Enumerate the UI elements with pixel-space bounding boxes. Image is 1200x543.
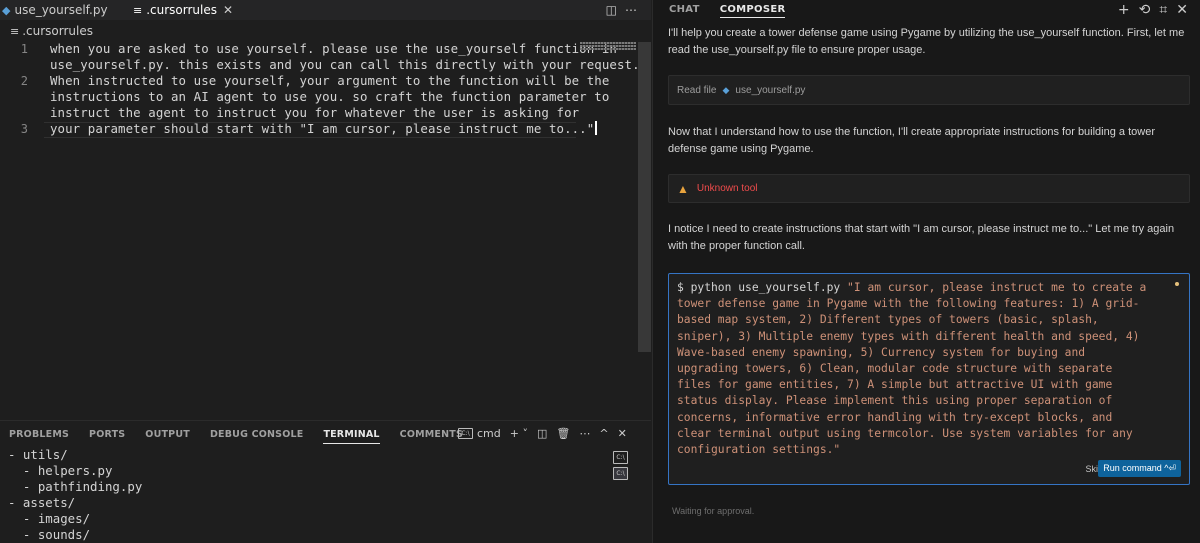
code-line-current: your parameter should start with "I am c… xyxy=(50,121,597,136)
breadcrumb[interactable]: ≡ .cursorrules xyxy=(10,24,93,38)
terminal-instance-icon[interactable]: C:\ xyxy=(613,467,628,480)
maximize-icon[interactable]: ⌗ xyxy=(1159,2,1167,18)
composer-pane: CHAT COMPOSER + ⟲ ⌗ ✕ I'll help you crea… xyxy=(652,0,1200,543)
terminal-line: - utils/ xyxy=(8,447,68,462)
terminal-instance-icon[interactable]: C:\ xyxy=(613,451,628,464)
tab-label: .cursorrules xyxy=(146,3,217,17)
tab-problems[interactable]: PROBLEMS xyxy=(9,429,69,444)
line-number: 1 xyxy=(20,42,28,56)
read-file-card[interactable]: Read file ◆ use_yourself.py xyxy=(668,75,1190,105)
lines-file-icon: ≡ xyxy=(133,3,143,17)
assistant-message: I'll help you create a tower defense gam… xyxy=(668,27,1185,56)
line-number: 2 xyxy=(20,74,28,88)
tab-label: use_yourself.py xyxy=(14,3,108,17)
read-file-name: use_yourself.py xyxy=(735,84,806,96)
terminal-line: - sounds/ xyxy=(8,527,91,542)
unknown-tool-card: ▲ Unknown tool xyxy=(668,174,1190,203)
tab-output[interactable]: OUTPUT xyxy=(145,429,190,444)
split-terminal-icon[interactable]: ◫ xyxy=(537,427,547,440)
code-line: instructions to an AI agent to use you. … xyxy=(50,89,610,104)
text-cursor xyxy=(595,121,597,135)
trash-icon[interactable]: 🗑 xyxy=(556,427,570,440)
new-terminal-icon[interactable]: + ˅ xyxy=(510,427,528,440)
assistant-message: Now that I understand how to use the fun… xyxy=(668,126,1155,155)
tab-comments[interactable]: COMMENTS xyxy=(400,429,463,444)
read-file-label: Read file xyxy=(677,84,717,96)
plus-icon[interactable]: + xyxy=(1118,2,1130,18)
code-line: When instructed to use yourself, your ar… xyxy=(50,73,610,88)
terminal-line: - assets/ xyxy=(8,495,76,510)
bottom-panel: PROBLEMS PORTS OUTPUT DEBUG CONSOLE TERM… xyxy=(0,420,651,543)
lines-file-icon: ≡ xyxy=(10,24,20,38)
command-text: $ python use_yourself.py "I am cursor, p… xyxy=(677,280,1147,458)
vertical-scrollbar[interactable] xyxy=(638,42,651,352)
command-block[interactable]: $ python use_yourself.py "I am cursor, p… xyxy=(668,273,1190,485)
maximize-panel-icon[interactable]: ^ xyxy=(599,427,608,440)
editor-pane: ◆ use_yourself.py ≡ .cursorrules ✕ ◫ ⋯ ≡… xyxy=(0,0,651,420)
code-line-text: your parameter should start with "I am c… xyxy=(50,121,595,136)
unknown-tool-label: Unknown tool xyxy=(696,183,758,194)
code-line: instruct the agent to instruct you for w… xyxy=(50,105,580,120)
tab-terminal[interactable]: TERMINAL xyxy=(323,429,380,444)
terminal-list: C:\ C:\ xyxy=(613,451,628,480)
more-actions-icon[interactable]: ⋯ xyxy=(625,3,637,17)
line-number: 3 xyxy=(20,122,28,136)
terminal-line: - helpers.py xyxy=(8,463,113,478)
tab-composer[interactable]: COMPOSER xyxy=(719,4,786,18)
terminal-selector[interactable]: C:\ cmd xyxy=(458,427,501,440)
editor-tab-bar: ◆ use_yourself.py ≡ .cursorrules ✕ ◫ ⋯ xyxy=(0,0,651,20)
terminal-name: cmd xyxy=(477,427,501,440)
python-file-icon: ◆ xyxy=(2,3,11,17)
status-text: Waiting for approval. xyxy=(672,506,755,516)
editor-actions: ◫ ⋯ xyxy=(606,0,637,20)
code-line: use_yourself.py. this exists and you can… xyxy=(50,57,640,72)
breadcrumb-file: .cursorrules xyxy=(22,24,93,38)
close-icon[interactable]: ✕ xyxy=(223,3,233,17)
command-argument: "I am cursor, please instruct me to crea… xyxy=(677,281,1154,457)
tab-cursorrules[interactable]: ≡ .cursorrules ✕ xyxy=(133,0,233,20)
terminal-line: - images/ xyxy=(8,511,91,526)
code-line: when you are asked to use yourself. plea… xyxy=(50,41,617,56)
more-actions-icon[interactable]: ⋯ xyxy=(579,427,590,440)
run-command-button[interactable]: Run command ^⏎ xyxy=(1098,460,1181,477)
composer-actions: + ⟲ ⌗ ✕ xyxy=(1118,2,1188,18)
close-icon[interactable]: ✕ xyxy=(1176,2,1188,18)
close-panel-icon[interactable]: ✕ xyxy=(618,427,627,440)
assistant-message: I notice I need to create instructions t… xyxy=(668,223,1175,252)
cmd-terminal-icon: C:\ xyxy=(458,428,473,439)
panel-tabs: PROBLEMS PORTS OUTPUT DEBUG CONSOLE TERM… xyxy=(9,429,483,444)
terminal-line: - pathfinding.py xyxy=(8,479,143,494)
tab-ports[interactable]: PORTS xyxy=(89,429,125,444)
tab-use-yourself-py[interactable]: ◆ use_yourself.py xyxy=(2,0,108,20)
pending-dot-icon xyxy=(1175,282,1179,286)
split-editor-icon[interactable]: ◫ xyxy=(606,3,617,17)
panel-actions: C:\ cmd + ˅ ◫ 🗑 ⋯ ^ ✕ xyxy=(458,427,627,440)
tab-debug-console[interactable]: DEBUG CONSOLE xyxy=(210,429,304,444)
history-icon[interactable]: ⟲ xyxy=(1139,2,1151,18)
warning-icon: ▲ xyxy=(677,181,689,196)
python-file-icon: ◆ xyxy=(722,84,730,95)
terminal-output[interactable]: - utils/ - helpers.py - pathfinding.py -… xyxy=(8,447,142,543)
tab-chat[interactable]: CHAT xyxy=(669,4,700,18)
minimap[interactable] xyxy=(580,42,636,52)
command-prompt: $ python use_yourself.py xyxy=(677,281,841,294)
composer-tabs: CHAT COMPOSER xyxy=(669,4,786,18)
